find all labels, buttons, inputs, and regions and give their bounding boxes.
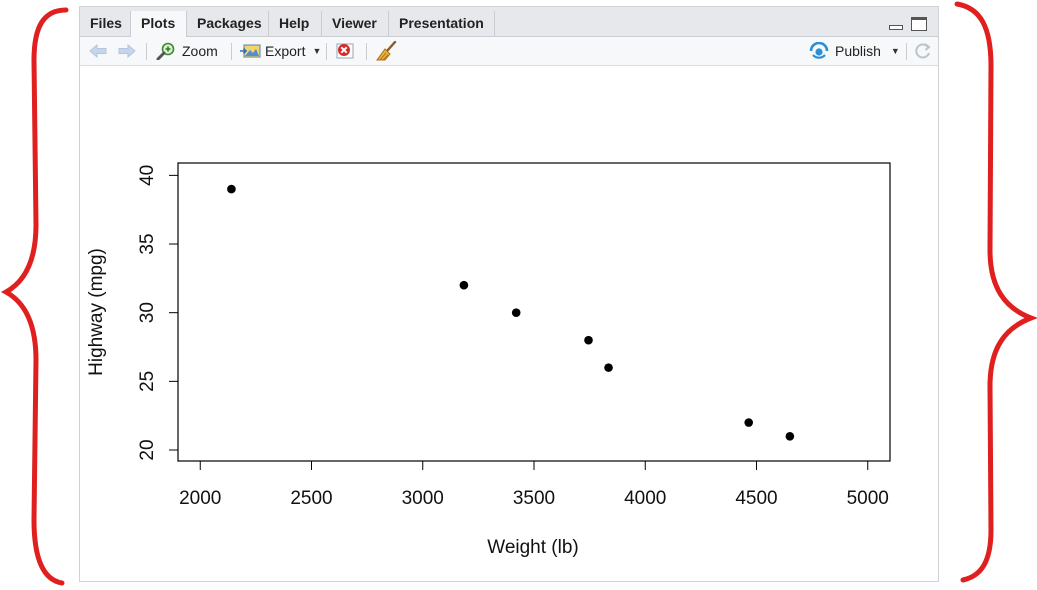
forward-button[interactable] [117,37,137,65]
toolbar-separator [366,43,367,60]
tab-plots[interactable]: Plots [130,11,187,37]
magnifier-icon [156,42,175,60]
y-tick-label: 40 [137,165,158,186]
clear-all-plots-button[interactable] [376,37,398,65]
y-tick-label: 25 [137,371,158,392]
x-tick-label: 3000 [402,488,444,509]
publish-icon [809,42,829,59]
export-label: Export [265,43,306,59]
chevron-down-icon: ▼ [890,46,900,56]
broom-icon [376,41,397,61]
data-point [744,418,754,427]
tab-files[interactable]: Files [80,11,131,36]
arrow-left-icon [89,43,107,59]
x-tick-label: 2500 [290,488,332,509]
left-annotation-brace [0,7,69,586]
plot-frame [177,162,891,462]
back-button[interactable] [88,37,108,65]
remove-plot-button[interactable] [334,37,356,65]
image-export-icon [240,44,261,58]
refresh-button[interactable] [914,37,932,65]
data-point [511,308,521,317]
arrow-right-icon [118,43,136,59]
toolbar-separator [906,43,907,60]
export-button[interactable]: Export ▼ [239,37,321,65]
right-annotation-brace [954,1,1037,583]
y-tick-label: 35 [137,233,158,254]
tab-help[interactable]: Help [269,11,322,36]
plot-canvas: Weight (lb) Highway (mpg) 2000 2500 3000 35… [80,66,938,581]
plots-toolbar: Zoom Export ▼ Publish ▼ [80,37,938,66]
toolbar-separator [231,43,232,60]
y-tick-label: 20 [137,439,158,460]
data-point [604,363,613,372]
data-point [459,280,469,290]
x-tick-label: 4500 [735,488,777,509]
chevron-down-icon: ▼ [312,46,322,56]
refresh-icon [915,43,931,59]
x-tick-label: 4000 [624,488,666,509]
y-axis-label: Highway (mpg) [86,248,107,376]
maximize-pane-icon[interactable] [911,17,927,31]
x-tick-label: 3500 [513,488,555,509]
data-point [227,184,236,194]
x-tick-label: 5000 [847,488,889,509]
tab-packages[interactable]: Packages [187,11,269,36]
x-axis-label: Weight (lb) [487,537,579,558]
zoom-button[interactable]: Zoom [156,37,218,65]
tab-presentation[interactable]: Presentation [389,11,495,36]
minimize-pane-icon[interactable] [888,17,904,31]
toolbar-separator [326,43,327,60]
plots-pane: Files Plots Packages Help Viewer Present… [79,6,939,582]
data-point [785,431,795,441]
publish-button[interactable]: Publish ▼ [808,37,900,65]
scatter-plot: Weight (lb) Highway (mpg) 2000 2500 3000 35… [86,162,891,558]
delete-plot-icon [336,43,354,59]
toolbar-separator [146,43,147,60]
x-tick-label: 2000 [179,488,221,509]
zoom-label: Zoom [182,43,218,59]
data-point [584,335,593,345]
publish-label: Publish [835,43,881,59]
tab-bar: Files Plots Packages Help Viewer Present… [80,7,938,37]
y-tick-label: 30 [137,302,158,323]
tab-viewer[interactable]: Viewer [322,11,389,36]
